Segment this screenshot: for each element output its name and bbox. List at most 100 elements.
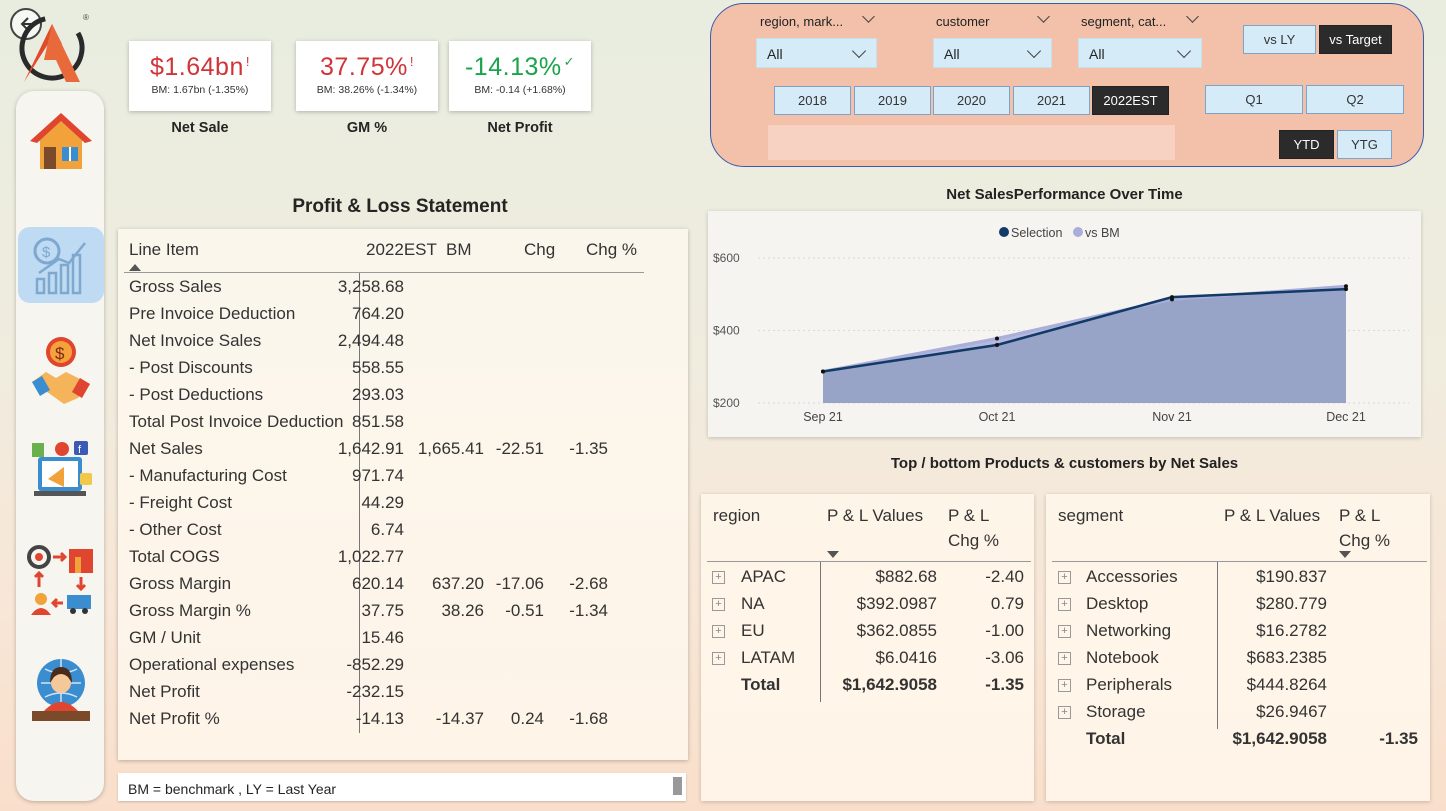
row-label: Operational expenses xyxy=(129,655,295,674)
cell-value: $190.837 xyxy=(1256,567,1327,586)
table-row[interactable]: Gross Sales 3,258.68 xyxy=(118,277,658,304)
table-row[interactable]: Networking $16.2782 xyxy=(1046,621,1430,648)
col-header-pl[interactable]: P & L xyxy=(1339,506,1380,526)
year-2019-button[interactable]: 2019 xyxy=(854,86,931,115)
x-tick-label: Dec 21 xyxy=(1326,410,1366,424)
legend-marker xyxy=(1073,227,1083,237)
cell-value: 971.74 xyxy=(352,466,404,485)
col-header-chg[interactable]: Chg xyxy=(524,240,555,260)
nav-finance[interactable]: $ xyxy=(18,227,104,303)
cell-chg: 0.24 xyxy=(510,709,544,728)
cell-value: 15.46 xyxy=(361,628,404,647)
kpi-net-sale: $1.64bn! BM: 1.67bn (-1.35%) xyxy=(129,41,271,111)
col-header-bm[interactable]: BM xyxy=(446,240,472,260)
table-row[interactable]: Total COGS 1,022.77 xyxy=(118,547,658,574)
cell-value: 851.58 xyxy=(352,412,404,431)
col-header-pl[interactable]: P & L xyxy=(948,506,989,526)
row-label: - Freight Cost xyxy=(129,493,232,512)
table-row[interactable]: EU $362.0855 -1.00 xyxy=(701,621,1034,648)
vs-ly-button[interactable]: vs LY xyxy=(1243,25,1316,54)
total-label: Total xyxy=(741,675,781,694)
vs-target-button[interactable]: vs Target xyxy=(1319,25,1392,54)
col-header-pl-values[interactable]: P & L Values xyxy=(1224,506,1320,526)
table-row[interactable]: - Post Deductions 293.03 xyxy=(118,385,658,412)
cell-value: 293.03 xyxy=(352,385,404,404)
col-header-segment[interactable]: segment xyxy=(1058,506,1123,526)
col-header-line-item[interactable]: Line Item xyxy=(129,240,199,260)
customer-dropdown[interactable]: All xyxy=(933,38,1052,68)
kpi-gm-percent: 37.75%! BM: 38.26% (-1.34%) xyxy=(296,41,438,111)
row-label: - Post Deductions xyxy=(129,385,264,404)
kpi-label: Net Profit xyxy=(487,120,553,136)
nav-supply-chain[interactable] xyxy=(18,543,104,619)
col-header-pl-values[interactable]: P & L Values xyxy=(827,506,923,526)
col-header-chg-percent[interactable]: Chg % xyxy=(1339,531,1390,551)
region-dropdown[interactable]: All xyxy=(756,38,877,68)
total-cell-value: $1,642.9058 xyxy=(1232,729,1327,748)
scrollbar[interactable] xyxy=(673,777,682,795)
kpi-value: -14.13% ✓ xyxy=(464,53,576,81)
sort-descending-icon xyxy=(827,551,839,558)
home-icon xyxy=(30,113,92,169)
col-header-chg-percent[interactable]: Chg % xyxy=(586,240,637,260)
cell-value: $16.2782 xyxy=(1256,621,1327,640)
year-2020-button[interactable]: 2020 xyxy=(933,86,1010,115)
cell-value: 764.20 xyxy=(352,304,404,323)
quarter-q2-button[interactable]: Q2 xyxy=(1306,85,1404,114)
table-row[interactable]: Gross Margin % 37.75 38.26 -0.51 -1.34 xyxy=(118,601,658,628)
row-label: Total Post Invoice Deduction xyxy=(129,412,344,431)
table-row[interactable]: - Other Cost 6.74 xyxy=(118,520,658,547)
quarter-q1-button[interactable]: Q1 xyxy=(1205,85,1303,114)
segment-dropdown[interactable]: All xyxy=(1078,38,1202,68)
table-row[interactable]: Net Profit % -14.13 -14.37 0.24 -1.68 xyxy=(118,709,658,736)
table-row[interactable]: - Post Discounts 558.55 xyxy=(118,358,658,385)
total-row: Total $1,642.9058 -1.35 xyxy=(701,675,1034,702)
table-row[interactable]: NA $392.0987 0.79 xyxy=(701,594,1034,621)
ytd-button[interactable]: YTD xyxy=(1279,130,1334,159)
nav-marketing[interactable]: f xyxy=(18,432,104,508)
table-row[interactable]: Accessories $190.837 xyxy=(1046,567,1430,594)
cell-bm: 637.20 xyxy=(432,574,484,593)
table-row[interactable]: Peripherals $444.8264 xyxy=(1046,675,1430,702)
table-row[interactable]: Gross Margin 620.14 637.20 -17.06 -2.68 xyxy=(118,574,658,601)
data-point xyxy=(1344,287,1348,292)
row-label: NA xyxy=(741,594,765,613)
col-header-region[interactable]: region xyxy=(713,506,760,526)
row-label: Gross Margin xyxy=(129,574,232,593)
table-row[interactable]: - Freight Cost 44.29 xyxy=(118,493,658,520)
kpi-value: 37.75%! xyxy=(320,53,414,81)
table-row[interactable]: LATAM $6.0416 -3.06 xyxy=(701,648,1034,675)
year-2021-button[interactable]: 2021 xyxy=(1013,86,1090,115)
segment-table: segment P & L Values P & L Chg % + Access… xyxy=(1046,494,1430,801)
handshake-icon: $ xyxy=(32,337,90,404)
year-2018-button[interactable]: 2018 xyxy=(774,86,851,115)
row-label: Total COGS xyxy=(129,547,220,566)
table-row[interactable]: APAC $882.68 -2.40 xyxy=(701,567,1034,594)
table-row[interactable]: Net Profit -232.15 xyxy=(118,682,658,709)
year-2022est-button[interactable]: 2022EST xyxy=(1092,86,1169,115)
table-row[interactable]: Net Invoice Sales 2,494.48 xyxy=(118,331,658,358)
executive-icon xyxy=(32,659,90,721)
table-row[interactable]: Pre Invoice Deduction 764.20 xyxy=(118,304,658,331)
table-row[interactable]: Operational expenses -852.29 xyxy=(118,655,658,682)
table-row[interactable]: Net Sales 1,642.91 1,665.41 -22.51 -1.35 xyxy=(118,439,658,466)
nav-home[interactable] xyxy=(18,104,104,180)
table-row[interactable]: Storage $26.9467 xyxy=(1046,702,1430,729)
nav-executive[interactable] xyxy=(18,652,104,728)
svg-text:®: ® xyxy=(83,13,89,22)
cell-value: $444.8264 xyxy=(1246,675,1327,694)
row-label: Notebook xyxy=(1086,648,1159,667)
col-header-year[interactable]: 2022EST xyxy=(366,240,437,260)
table-row[interactable]: - Manufacturing Cost 971.74 xyxy=(118,466,658,493)
ytg-button[interactable]: YTG xyxy=(1337,130,1392,159)
row-label: Net Profit xyxy=(129,682,200,701)
col-header-chg-percent[interactable]: Chg % xyxy=(948,531,999,551)
nav-sales[interactable]: $ xyxy=(18,332,104,408)
row-label: LATAM xyxy=(741,648,796,667)
table-row[interactable]: GM / Unit 15.46 xyxy=(118,628,658,655)
table-row[interactable]: Total Post Invoice Deduction 851.58 xyxy=(118,412,658,439)
table-row[interactable]: Notebook $683.2385 xyxy=(1046,648,1430,675)
table-row[interactable]: Desktop $280.779 xyxy=(1046,594,1430,621)
supply-chain-icon xyxy=(27,545,93,615)
row-label: GM / Unit xyxy=(129,628,201,647)
